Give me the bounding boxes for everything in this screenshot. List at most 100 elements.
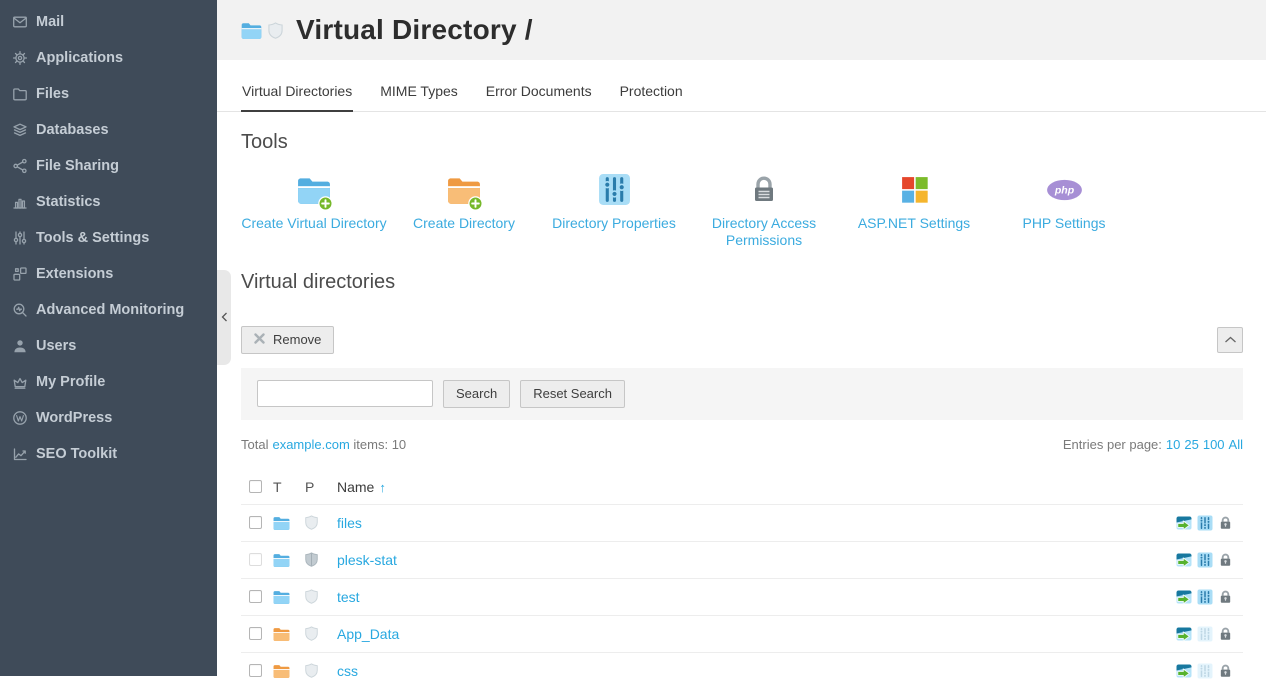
folder-icon — [273, 627, 290, 641]
search-panel: Search Reset Search — [241, 368, 1243, 420]
sidebar-item-label: Databases — [36, 122, 109, 138]
create-directory-icon — [447, 171, 481, 209]
directory-name-link[interactable]: App_Data — [337, 626, 399, 642]
open-in-browser-icon[interactable] — [1176, 515, 1192, 531]
entries-option-10[interactable]: 10 — [1166, 437, 1180, 452]
sliders-icon — [11, 230, 28, 247]
sidebar-item-statistics[interactable]: Statistics — [0, 184, 217, 220]
reset-search-button[interactable]: Reset Search — [520, 380, 625, 408]
layers-icon — [11, 122, 28, 139]
virtual-directories-heading: Virtual directories — [217, 270, 1266, 294]
sidebar-item-label: Tools & Settings — [36, 230, 149, 246]
tool-aspnet-settings[interactable]: ASP.NET Settings — [839, 171, 989, 250]
row-checkbox[interactable] — [249, 590, 262, 603]
virtual-directories-table: T P Name↑ files plesk-st — [241, 470, 1243, 689]
tool-php-settings[interactable]: PHP Settings — [989, 171, 1139, 250]
permissions-lock-icon[interactable] — [1218, 663, 1234, 679]
collapse-search-button[interactable] — [1217, 327, 1243, 353]
open-in-browser-icon[interactable] — [1176, 663, 1192, 679]
folder-icon — [273, 590, 290, 604]
sort-by-name-link[interactable]: Name — [337, 479, 374, 495]
sidebar-item-extensions[interactable]: Extensions — [0, 256, 217, 292]
sidebar-item-label: Mail — [36, 14, 64, 30]
share-icon — [11, 158, 28, 175]
row-checkbox[interactable] — [249, 516, 262, 529]
sidebar-item-file-sharing[interactable]: File Sharing — [0, 148, 217, 184]
shield-icon — [305, 515, 318, 530]
list-meta-row: Totalexample.com items: 10 Entries per p… — [217, 437, 1266, 452]
directory-properties-icon-disabled — [1197, 663, 1213, 679]
tools-heading: Tools — [217, 130, 1266, 154]
mail-icon — [11, 14, 28, 31]
select-all-checkbox[interactable] — [249, 480, 262, 493]
sidebar-item-mail[interactable]: Mail — [0, 4, 217, 40]
remove-x-icon — [254, 332, 265, 347]
column-protection: P — [305, 479, 337, 495]
tool-create-virtual-directory[interactable]: Create Virtual Directory — [239, 171, 389, 250]
directory-name-link[interactable]: css — [337, 663, 358, 679]
directory-name-link[interactable]: plesk-stat — [337, 552, 397, 568]
directory-properties-icon[interactable] — [1197, 589, 1213, 605]
open-in-browser-icon[interactable] — [1176, 589, 1192, 605]
open-in-browser-icon[interactable] — [1176, 552, 1192, 568]
sidebar-item-seo-toolkit[interactable]: SEO Toolkit — [0, 436, 217, 472]
sidebar-item-tools-settings[interactable]: Tools & Settings — [0, 220, 217, 256]
padlock-icon — [748, 171, 780, 209]
sidebar-item-wordpress[interactable]: WordPress — [0, 400, 217, 436]
php-icon — [1046, 171, 1083, 209]
open-in-browser-icon[interactable] — [1176, 626, 1192, 642]
tool-directory-access-permissions[interactable]: Directory Access Permissions — [689, 171, 839, 250]
sidebar-item-users[interactable]: Users — [0, 328, 217, 364]
search-button[interactable]: Search — [443, 380, 510, 408]
page-title: Virtual Directory / — [296, 14, 533, 46]
entries-option-all[interactable]: All — [1229, 437, 1243, 452]
folder-icon — [273, 553, 290, 567]
row-checkbox[interactable] — [249, 664, 262, 677]
table-row: plesk-stat — [241, 541, 1243, 578]
chevron-up-icon — [1224, 332, 1237, 347]
remove-button[interactable]: Remove — [241, 326, 334, 354]
entries-option-100[interactable]: 100 — [1203, 437, 1225, 452]
user-icon — [11, 338, 28, 355]
sidebar-item-databases[interactable]: Databases — [0, 112, 217, 148]
gear-icon — [11, 50, 28, 67]
sidebar-item-label: File Sharing — [36, 158, 119, 174]
sidebar-item-files[interactable]: Files — [0, 76, 217, 112]
sidebar-collapse-handle[interactable] — [217, 270, 231, 365]
sidebar-item-my-profile[interactable]: My Profile — [0, 364, 217, 400]
permissions-lock-icon[interactable] — [1218, 626, 1234, 642]
seo-chart-icon — [11, 446, 28, 463]
tab-error-documents[interactable]: Error Documents — [485, 74, 593, 111]
extensions-icon — [11, 266, 28, 283]
permissions-lock-icon[interactable] — [1218, 589, 1234, 605]
tab-virtual-directories[interactable]: Virtual Directories — [241, 74, 353, 112]
sidebar-item-label: WordPress — [36, 410, 112, 426]
permissions-lock-icon[interactable] — [1218, 552, 1234, 568]
chevron-left-icon — [221, 309, 228, 327]
tool-directory-properties[interactable]: Directory Properties — [539, 171, 689, 250]
bar-chart-icon — [11, 194, 28, 211]
entries-option-25[interactable]: 25 — [1184, 437, 1198, 452]
microsoft-squares-icon — [899, 171, 930, 209]
directory-properties-icon[interactable] — [1197, 515, 1213, 531]
tool-create-directory[interactable]: Create Directory — [389, 171, 539, 250]
directory-name-link[interactable]: test — [337, 589, 360, 605]
directory-properties-icon — [598, 171, 631, 209]
search-input[interactable] — [257, 380, 433, 407]
tab-protection[interactable]: Protection — [619, 74, 684, 111]
directory-name-link[interactable]: files — [337, 515, 362, 531]
tab-mime-types[interactable]: MIME Types — [379, 74, 459, 111]
sidebar-item-label: Extensions — [36, 266, 113, 282]
sidebar-item-applications[interactable]: Applications — [0, 40, 217, 76]
directory-properties-icon[interactable] — [1197, 552, 1213, 568]
sidebar-item-advanced-monitoring[interactable]: Advanced Monitoring — [0, 292, 217, 328]
shield-icon — [305, 663, 318, 678]
table-row: App_Data — [241, 615, 1243, 652]
page-header: Virtual Directory / — [217, 0, 1266, 60]
protection-shield-icon — [268, 22, 283, 39]
row-checkbox[interactable] — [249, 627, 262, 640]
domain-link[interactable]: example.com — [272, 437, 349, 452]
permissions-lock-icon[interactable] — [1218, 515, 1234, 531]
shield-icon — [305, 589, 318, 604]
entries-per-page: Entries per page:1025100All — [1063, 437, 1243, 452]
